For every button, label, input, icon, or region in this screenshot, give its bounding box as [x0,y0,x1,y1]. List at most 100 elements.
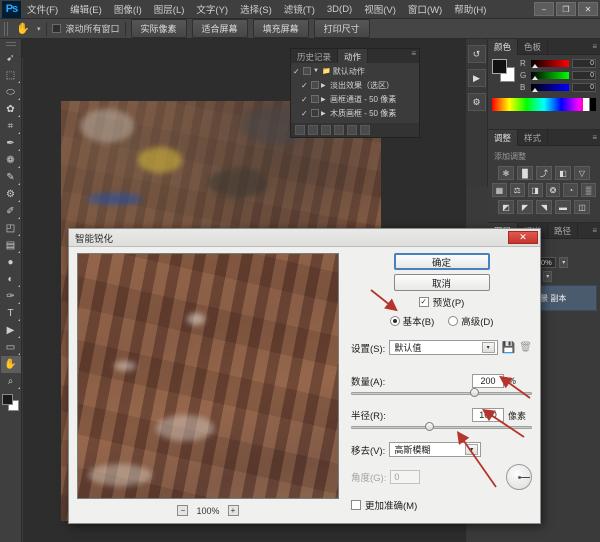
exposure-icon[interactable]: ◧ [555,166,571,180]
amount-slider[interactable] [351,387,532,399]
more-accurate-checkbox[interactable] [351,500,361,510]
action-dialog-toggle[interactable] [311,81,319,89]
tab-color[interactable]: 颜色 [488,39,518,55]
menu-image[interactable]: 图像(I) [108,0,148,18]
blur-tool-icon[interactable]: ● [1,254,21,271]
tab-actions[interactable]: 动作 [338,49,368,63]
action-enabled-check[interactable]: ✓ [301,81,309,90]
play-action-icon[interactable]: ▶ [468,69,486,87]
amount-slider-knob[interactable] [470,388,479,397]
menu-3d[interactable]: 3D(D) [321,2,358,17]
scroll-all-windows-checkbox[interactable] [52,24,61,33]
maximize-button[interactable]: ❐ [556,2,576,16]
color-channel-b[interactable]: B 0 [520,83,596,92]
filter-preview-image[interactable] [77,253,339,499]
pen-tool-icon[interactable]: ✑ [1,288,21,305]
preview-checkbox[interactable]: ✓ [419,297,429,307]
crop-tool-icon[interactable]: ⌗ [1,118,21,135]
basic-mode-radio[interactable] [390,316,400,326]
black-white-icon[interactable]: ◨ [528,183,543,197]
stop-recording-icon[interactable] [295,125,305,135]
shape-tool-icon[interactable]: ▭ [1,339,21,356]
menu-view[interactable]: 视图(V) [358,0,402,18]
zoom-tool-icon[interactable]: ⌕ [1,373,21,390]
trash-icon[interactable]: 🗑 [519,342,532,353]
lasso-tool-icon[interactable]: ⬭ [1,84,21,101]
color-channel-g[interactable]: G 0 [520,71,596,80]
tab-adjustments[interactable]: 调整 [488,130,518,146]
hue-saturation-icon[interactable]: ▦ [492,183,507,197]
menu-file[interactable]: 文件(F) [21,0,64,18]
tab-history[interactable]: 历史记录 [291,49,338,63]
history-icon[interactable]: ↺ [468,45,486,63]
invert-icon[interactable]: ◩ [498,200,514,214]
chevron-right-icon[interactable]: ▶ [321,110,328,117]
radius-slider-knob[interactable] [425,422,434,431]
cancel-button[interactable]: 取消 [394,274,490,291]
remove-dropdown[interactable]: 高斯模糊 ▾ [389,442,481,457]
tab-paths[interactable]: 路径 [548,223,578,239]
brush-tool-icon[interactable]: ✎ [1,169,21,186]
print-size-button[interactable]: 打印尺寸 [314,19,370,38]
zoom-out-button[interactable]: − [177,505,188,516]
value-b[interactable]: 0 [572,83,596,92]
brightness-contrast-icon[interactable]: ✻ [498,166,514,180]
new-action-icon[interactable] [347,125,357,135]
amount-input[interactable]: 200 [472,374,504,388]
selective-color-icon[interactable]: ◫ [574,200,590,214]
action-dialog-toggle[interactable] [311,109,319,117]
chevron-down-icon[interactable]: ▾ [465,444,478,455]
tab-styles[interactable]: 样式 [518,130,548,146]
menu-filter[interactable]: 滤镜(T) [278,0,321,18]
levels-icon[interactable]: █ [517,166,533,180]
actions-panel[interactable]: 历史记录 动作 ≡ ✓ ▼ 📁 默认动作 ✓ ▶ 淡出效果（选区） ✓ ▶ 画框… [290,48,420,138]
opacity-stepper-icon[interactable]: ▾ [559,257,568,268]
type-tool-icon[interactable]: T [1,305,21,322]
smart-sharpen-dialog[interactable]: 智能锐化 ✕ − 100% + 确定 取消 ✓ 预览(P) 基本(B) 高级(D… [68,228,541,524]
action-dialog-toggle[interactable] [303,67,311,75]
zoom-in-button[interactable]: + [228,505,239,516]
color-channel-r[interactable]: R 0 [520,59,596,68]
path-select-tool-icon[interactable]: ▶ [1,322,21,339]
menu-select[interactable]: 选择(S) [234,0,278,18]
radius-slider[interactable] [351,421,532,433]
minimize-button[interactable]: – [534,2,554,16]
play-icon[interactable] [321,125,331,135]
color-spectrum-ramp[interactable] [492,98,596,111]
color-swatches[interactable] [2,394,20,412]
options-bar-grip[interactable] [4,22,9,36]
clone-stamp-tool-icon[interactable]: ⚙ [1,186,21,203]
action-row[interactable]: ✓ ▼ 📁 默认动作 [291,64,419,78]
action-row[interactable]: ✓ ▶ 画框通道 - 50 像素 [291,92,419,106]
tool-preset-chevron-icon[interactable]: ▾ [37,25,41,33]
action-enabled-check[interactable]: ✓ [301,95,309,104]
close-button[interactable]: ✕ [578,2,598,16]
value-r[interactable]: 0 [572,59,596,68]
dodge-tool-icon[interactable]: ◐ [1,271,21,288]
actual-pixels-button[interactable]: 实际像素 [131,19,187,38]
history-brush-tool-icon[interactable]: ✐ [1,203,21,220]
tab-swatches[interactable]: 色板 [518,39,548,55]
menu-type[interactable]: 文字(Y) [190,0,234,18]
save-preset-icon[interactable]: 💾 [502,341,516,354]
foreground-color-swatch[interactable] [2,394,13,405]
menu-window[interactable]: 窗口(W) [402,0,448,18]
move-tool-icon[interactable]: ➹ [1,50,21,67]
chevron-down-icon[interactable]: ▾ [482,342,495,353]
action-enabled-check[interactable]: ✓ [301,109,309,118]
quick-select-tool-icon[interactable]: ✿ [1,101,21,118]
panel-menu-icon[interactable]: ≡ [411,49,416,58]
slider-b[interactable] [531,84,569,91]
photo-filter-icon[interactable]: ❂ [546,183,561,197]
menu-help[interactable]: 帮助(H) [448,0,492,18]
chevron-right-icon[interactable]: ▶ [321,82,328,89]
fill-screen-button[interactable]: 填充屏幕 [253,19,309,38]
ok-button[interactable]: 确定 [394,253,490,270]
tool-preset-icon[interactable]: ⚙ [468,93,486,111]
action-enabled-check[interactable]: ✓ [293,67,301,76]
action-dialog-toggle[interactable] [311,95,319,103]
settings-dropdown[interactable]: 默认值 ▾ [389,340,497,355]
slider-g[interactable] [531,72,569,79]
curves-icon[interactable]: ⤴ [536,166,552,180]
fit-screen-button[interactable]: 适合屏幕 [192,19,248,38]
